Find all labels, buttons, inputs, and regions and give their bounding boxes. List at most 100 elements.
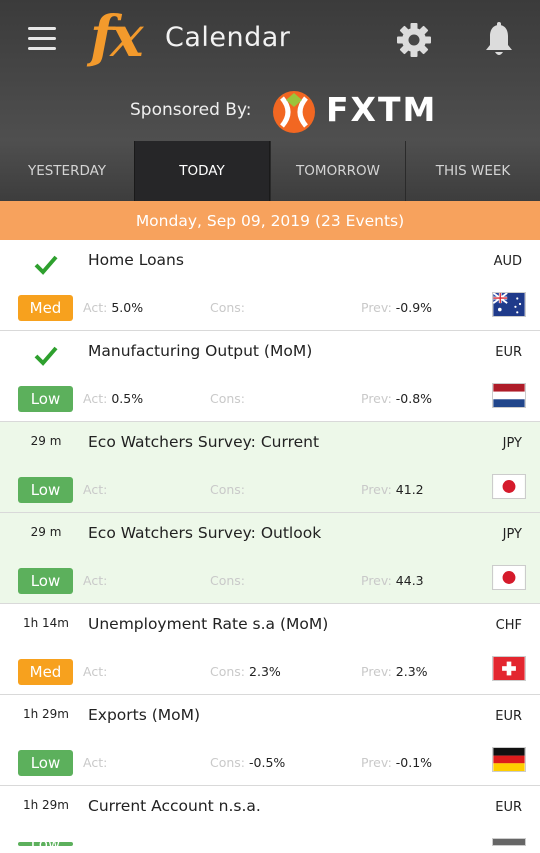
- actual-field: Act: 5.0%: [83, 300, 143, 315]
- consensus-label: Cons:: [210, 300, 246, 315]
- event-row[interactable]: Manufacturing Output (MoM) EUR Low Act: 0.5…: [0, 331, 540, 422]
- impact-badge: Low: [18, 386, 73, 412]
- event-name: Eco Watchers Survey: Current: [88, 433, 320, 451]
- date-banner: Monday, Sep 09, 2019 (23 Events): [0, 201, 540, 240]
- previous-value: -0.1%: [395, 755, 433, 770]
- event-name: Manufacturing Output (MoM): [88, 342, 313, 360]
- consensus-label: Cons:: [210, 664, 246, 679]
- event-list: Home Loans AUD Med Act: 5.0% Cons: Prev: -0.…: [0, 240, 540, 853]
- previous-value: 2.3%: [395, 664, 428, 679]
- actual-label: Act:: [83, 391, 108, 406]
- actual-field: Act:: [83, 755, 107, 770]
- event-name: Exports (MoM): [88, 706, 201, 724]
- event-currency: AUD: [493, 254, 522, 269]
- sponsored-label: Sponsored By:: [130, 100, 252, 120]
- sponsor-name[interactable]: FXTM: [326, 90, 437, 129]
- previous-field: Prev: -0.1%: [361, 755, 432, 770]
- netherlands-flag-icon: [492, 383, 526, 408]
- event-time: 1h 14m: [22, 616, 69, 630]
- consensus-label: Cons:: [210, 573, 246, 588]
- gear-icon[interactable]: [396, 22, 432, 58]
- actual-field: Act:: [83, 664, 107, 679]
- impact-badge: Low: [18, 750, 73, 776]
- consensus-field: Cons:: [210, 391, 245, 406]
- consensus-field: Cons: -0.5%: [210, 755, 285, 770]
- actual-label: Act:: [83, 664, 108, 679]
- event-row[interactable]: 1h 29m Exports (MoM) EUR Low Act: Cons: -0.5…: [0, 695, 540, 786]
- event-currency: EUR: [495, 709, 522, 724]
- event-name: Current Account n.s.a.: [88, 797, 261, 815]
- previous-label: Prev:: [361, 664, 392, 679]
- impact-badge: Med: [18, 659, 73, 685]
- impact-badge: Low: [18, 835, 73, 853]
- consensus-field: Cons:: [210, 573, 245, 588]
- bell-icon[interactable]: [484, 22, 514, 58]
- japan-flag-icon: [492, 474, 526, 499]
- previous-value: -0.9%: [395, 300, 433, 315]
- impact-badge: Low: [18, 568, 73, 594]
- tab-today[interactable]: TODAY: [134, 141, 270, 201]
- event-currency: CHF: [495, 618, 522, 633]
- previous-label: Prev:: [361, 755, 392, 770]
- switzerland-flag-icon: [492, 656, 526, 681]
- previous-label: Prev:: [361, 300, 392, 315]
- japan-flag-icon: [492, 565, 526, 590]
- check-icon: [34, 346, 58, 366]
- previous-value: 41.2: [395, 482, 424, 497]
- consensus-label: Cons:: [210, 482, 246, 497]
- germany-flag-icon: [492, 838, 526, 846]
- event-time: 29 m: [30, 434, 62, 448]
- consensus-label: Cons:: [210, 755, 246, 770]
- event-currency: JPY: [502, 436, 522, 451]
- logo-fx: fx: [90, 4, 144, 70]
- tab-bar: YESTERDAY TODAY TOMORROW THIS WEEK: [0, 141, 540, 201]
- event-currency: JPY: [502, 527, 522, 542]
- previous-label: Prev:: [361, 391, 392, 406]
- actual-field: Act:: [83, 573, 107, 588]
- impact-badge: Low: [18, 477, 73, 503]
- actual-field: Act:: [83, 482, 107, 497]
- consensus-value: -0.5%: [249, 755, 286, 770]
- previous-field: Prev: 2.3%: [361, 664, 428, 679]
- event-row[interactable]: 29 m Eco Watchers Survey: Current JPY Low Ac…: [0, 422, 540, 513]
- actual-field: Act: 0.5%: [83, 391, 143, 406]
- event-currency: EUR: [495, 800, 522, 815]
- event-time: 1h 29m: [22, 798, 69, 812]
- consensus-field: Cons: 2.3%: [210, 664, 281, 679]
- event-name: Home Loans: [88, 251, 184, 269]
- impact-badge: Med: [18, 295, 73, 321]
- consensus-field: Cons:: [210, 300, 245, 315]
- previous-field: Prev: -0.8%: [361, 391, 432, 406]
- actual-value: 5.0%: [111, 300, 144, 315]
- consensus-field: Cons:: [210, 482, 245, 497]
- event-row[interactable]: 29 m Eco Watchers Survey: Outlook JPY Low Ac…: [0, 513, 540, 604]
- fxtm-logo-icon[interactable]: [272, 90, 316, 134]
- event-time: 29 m: [30, 525, 62, 539]
- app-header: fx Calendar Sponsored By: FXTM YESTERDAY…: [0, 0, 540, 201]
- previous-field: Prev: 41.2: [361, 482, 424, 497]
- check-icon: [34, 255, 58, 275]
- actual-label: Act:: [83, 755, 108, 770]
- app-title: Calendar: [165, 22, 291, 53]
- menu-icon[interactable]: [28, 27, 56, 51]
- event-name: Unemployment Rate s.a (MoM): [88, 615, 329, 633]
- previous-label: Prev:: [361, 573, 392, 588]
- event-time: 1h 29m: [22, 707, 69, 721]
- actual-value: 0.5%: [111, 391, 144, 406]
- previous-field: Prev: 44.3: [361, 573, 424, 588]
- previous-field: Prev: -0.9%: [361, 300, 432, 315]
- previous-label: Prev:: [361, 482, 392, 497]
- event-row[interactable]: 1h 14m Unemployment Rate s.a (MoM) CHF Med A…: [0, 604, 540, 695]
- australia-flag-icon: [492, 292, 526, 317]
- tab-tomorrow[interactable]: TOMORROW: [270, 141, 405, 201]
- event-row[interactable]: 1h 29m Current Account n.s.a. EUR Low: [0, 786, 540, 853]
- event-row[interactable]: Home Loans AUD Med Act: 5.0% Cons: Prev: -0.…: [0, 240, 540, 331]
- previous-value: 44.3: [395, 573, 424, 588]
- consensus-label: Cons:: [210, 391, 246, 406]
- actual-label: Act:: [83, 482, 108, 497]
- tab-this-week[interactable]: THIS WEEK: [405, 141, 540, 201]
- actual-label: Act:: [83, 573, 108, 588]
- event-name: Eco Watchers Survey: Outlook: [88, 524, 322, 542]
- tab-yesterday[interactable]: YESTERDAY: [0, 141, 134, 201]
- actual-label: Act:: [83, 300, 108, 315]
